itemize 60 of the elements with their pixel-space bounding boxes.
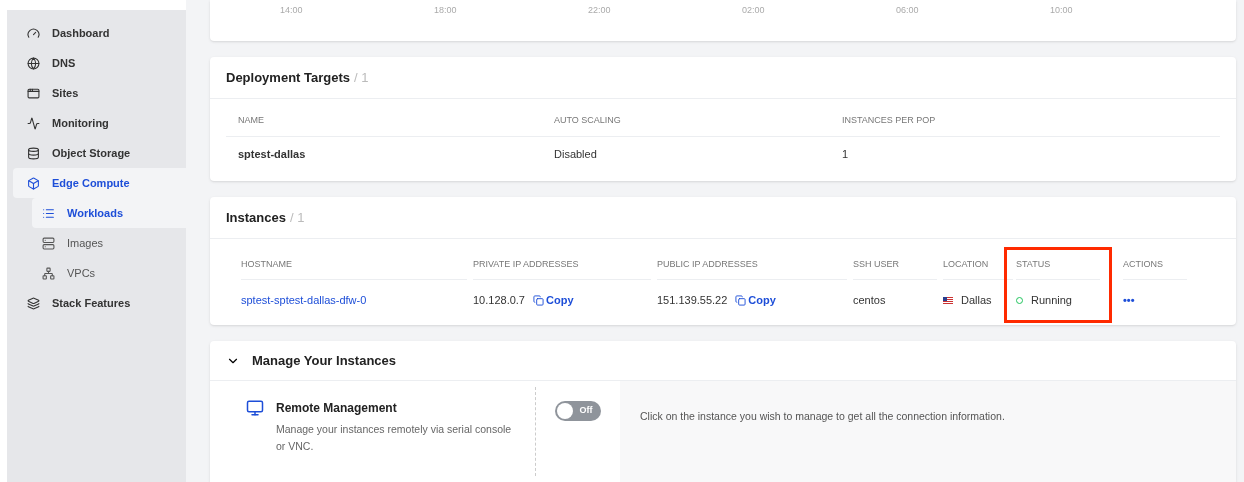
hostname-link[interactable]: sptest-sptest-dallas-dfw-0	[241, 291, 367, 309]
sidebar-item[interactable]: Stack Features	[13, 288, 186, 318]
table-cell-text: Dallas	[961, 292, 992, 308]
column-header: NAME	[238, 114, 264, 125]
window-icon	[27, 86, 40, 100]
copy-button[interactable]: Copy	[735, 291, 776, 309]
table-cell: Disabled	[554, 148, 597, 160]
sidebar-item[interactable]: Images	[32, 228, 186, 258]
table-cell: 1	[842, 148, 849, 160]
feature-title: Remote Management	[276, 400, 398, 417]
axis-tick-label: 02:00	[742, 5, 766, 15]
sidebar-item[interactable]: VPCs	[32, 258, 186, 288]
table-cell-text: 10.128.0.7	[473, 292, 525, 308]
count-label: / 1	[290, 208, 305, 227]
column-header: LOCATION	[943, 257, 989, 271]
more-actions-button[interactable]: •••	[1123, 291, 1135, 309]
cube-icon	[27, 176, 40, 190]
feature-description: Manage your instances remotely via serial console or VNC.	[276, 422, 513, 454]
sidebar-item[interactable]: Object Storage	[13, 138, 186, 168]
sidebar-item[interactable]: Workloads	[32, 198, 186, 228]
copy-button[interactable]: Copy	[533, 291, 574, 309]
column-header: PUBLIC IP ADDRESSES	[657, 257, 758, 271]
table-cell-text: 151.139.55.22	[657, 292, 728, 308]
list-icon	[42, 206, 55, 220]
table-cell-text: centos	[853, 292, 886, 308]
sidebar-item[interactable]: Edge Compute	[13, 168, 186, 198]
count-label: / 1	[354, 68, 369, 87]
axis-tick-label: 06:00	[896, 5, 920, 15]
column-header: SSH USER	[853, 257, 899, 271]
axis-tick-label: 22:00	[588, 5, 612, 15]
database-icon	[27, 146, 40, 160]
flag-icon	[943, 296, 953, 304]
axis-tick-label: 14:00	[280, 5, 304, 15]
card-title: Manage Your Instances	[252, 351, 396, 370]
axis-tick-label: 10:00	[1050, 5, 1074, 15]
column-header: PRIVATE IP ADDRESSES	[473, 257, 579, 271]
copy-icon	[533, 294, 544, 306]
layers-icon	[27, 296, 40, 310]
column-header: AUTO SCALING	[554, 114, 621, 125]
card-title: Deployment Targets	[226, 68, 350, 87]
server-icon	[42, 236, 55, 250]
sidebar-item[interactable]: DNS	[13, 48, 186, 78]
table-cell: sptest-dallas	[238, 148, 306, 160]
copy-icon	[735, 294, 747, 306]
column-header: HOSTNAME	[241, 257, 292, 271]
hint-text: Click on the instance you wish to manage to get all the connection information.	[640, 410, 1005, 422]
status-text: Running	[1031, 292, 1072, 308]
globe-icon	[27, 56, 40, 70]
column-header: INSTANCES PER POP	[842, 114, 936, 125]
card-title: Instances	[226, 208, 286, 227]
column-header: ACTIONS	[1123, 257, 1163, 271]
axis-tick-label: 18:00	[434, 5, 458, 15]
network-icon	[42, 266, 55, 280]
sidebar-item[interactable]: Dashboard	[13, 18, 186, 48]
gauge-icon	[27, 26, 40, 40]
monitor-icon	[246, 399, 264, 417]
sidebar-item[interactable]: Monitoring	[13, 108, 186, 138]
sidebar-item[interactable]: Sites	[13, 78, 186, 108]
pulse-icon	[27, 116, 40, 130]
column-header: STATUS	[1016, 257, 1051, 271]
